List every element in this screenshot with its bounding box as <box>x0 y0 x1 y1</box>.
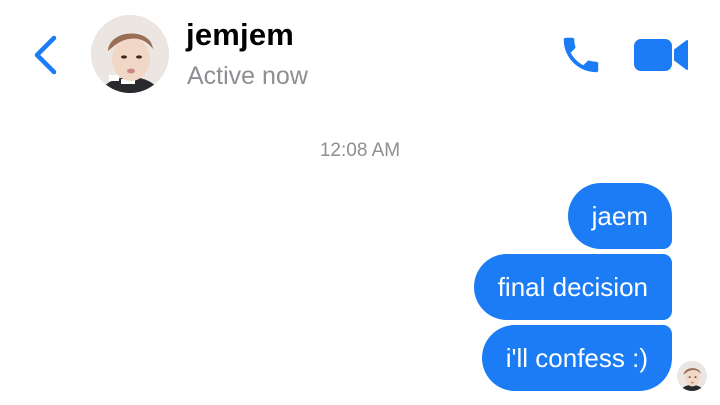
message-list: jaem final decision i'll confess :) <box>473 183 672 391</box>
chevron-left-icon <box>34 35 57 75</box>
phone-icon <box>563 37 599 73</box>
video-camera-icon <box>634 39 688 71</box>
active-status: Active now <box>187 62 308 90</box>
message-bubble[interactable]: i'll confess :) <box>481 325 672 391</box>
message-bubble[interactable]: jaem <box>567 183 672 249</box>
message-timestamp: 12:08 AM <box>319 140 401 161</box>
voice-call-button[interactable] <box>558 32 604 78</box>
back-button[interactable] <box>28 30 64 80</box>
video-call-button[interactable] <box>632 36 690 74</box>
message-bubble[interactable]: final decision <box>473 254 672 320</box>
seen-avatar <box>677 361 707 391</box>
contact-avatar[interactable] <box>91 15 169 93</box>
contact-name[interactable]: jemjem <box>186 17 294 53</box>
